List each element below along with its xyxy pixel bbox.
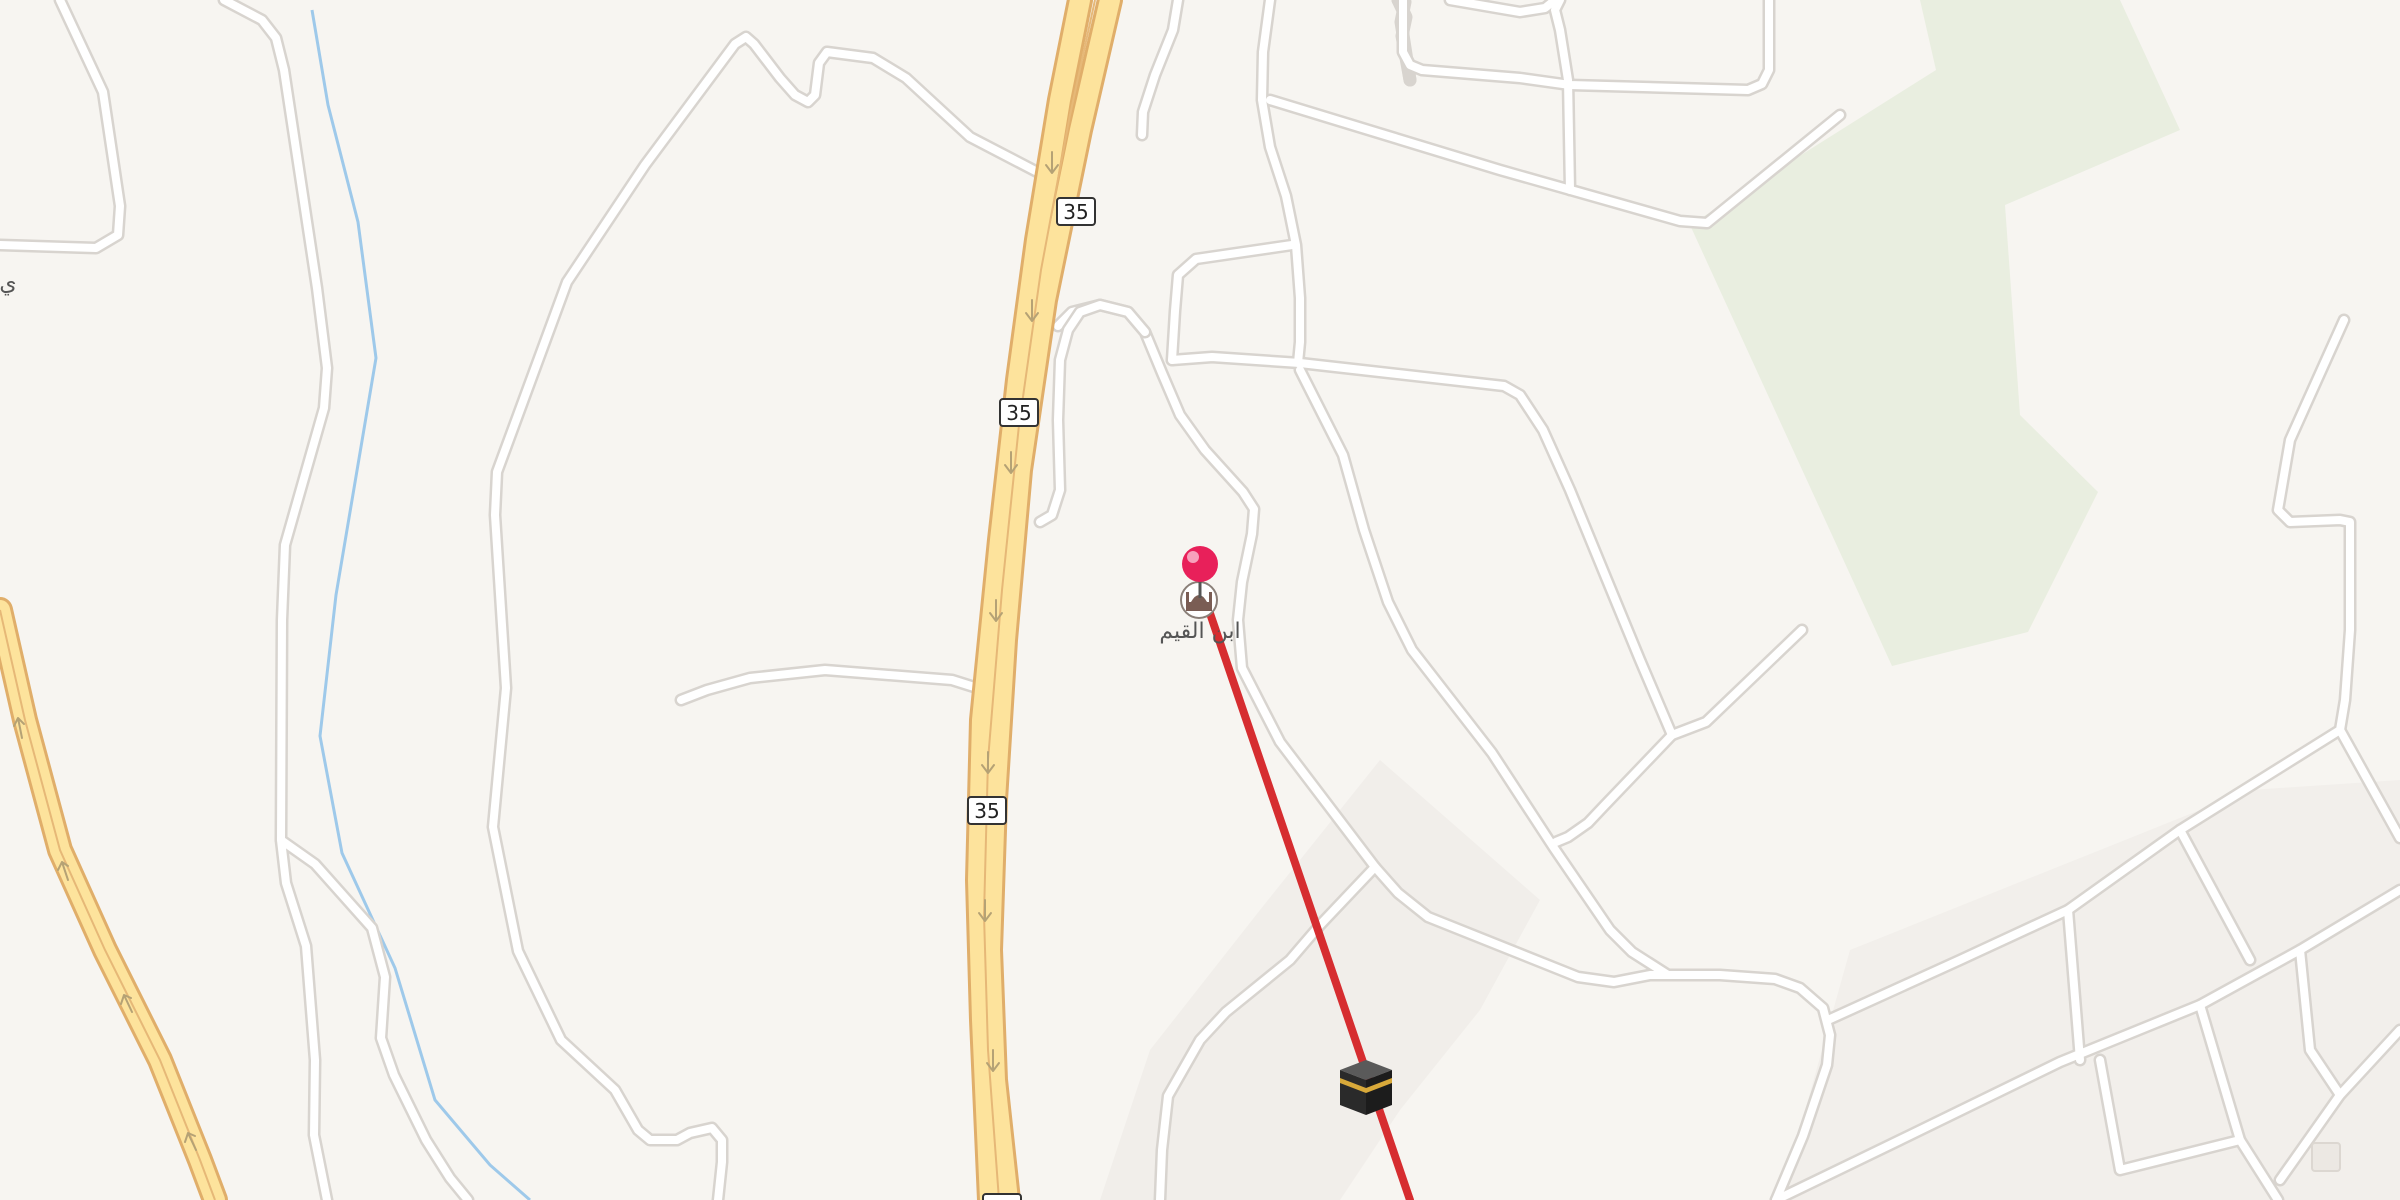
map-canvas[interactable]: 35 35 35 ابن القيم ي [0, 0, 2400, 1200]
route-shield [982, 1193, 1022, 1200]
edge-place-label: ي [0, 271, 17, 296]
building-marker [2311, 1142, 2341, 1172]
route-shield: 35 [967, 796, 1007, 825]
route-shield: 35 [1056, 197, 1096, 226]
route-shield: 35 [999, 398, 1039, 427]
route-shield-label: 35 [1063, 200, 1088, 224]
route-shield-label: 35 [974, 799, 999, 823]
poi-label: ابن القيم [1159, 619, 1240, 644]
route-shield-label: 35 [1006, 401, 1031, 425]
kaaba-icon[interactable] [1340, 1060, 1392, 1115]
